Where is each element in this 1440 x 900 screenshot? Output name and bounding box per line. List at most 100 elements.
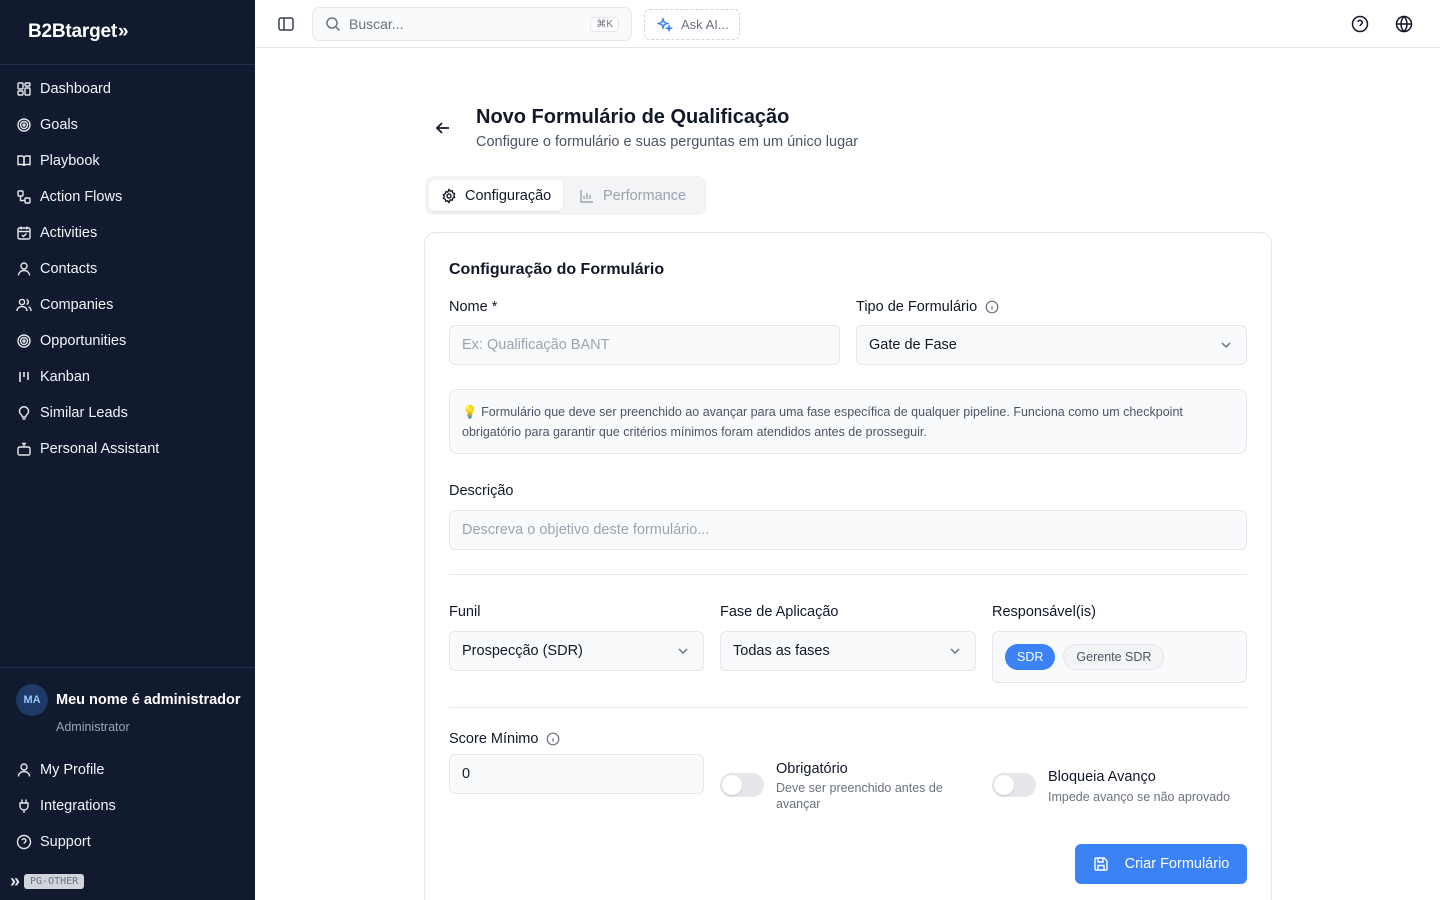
sidebar: B2Btarget » Dashboard Goals Playbook Act… bbox=[0, 0, 255, 900]
divider bbox=[449, 707, 1247, 708]
sidebar-item-my-profile[interactable]: My Profile bbox=[0, 752, 255, 788]
page-title: Novo Formulário de Qualificação bbox=[476, 106, 790, 128]
description-field[interactable]: Descreva o objetivo deste formulário... bbox=[449, 510, 1247, 550]
phase-label-text: Fase de Aplicação bbox=[720, 604, 839, 620]
sidebar-item-label: Companies bbox=[40, 297, 114, 313]
brand-logo[interactable]: B2Btarget » bbox=[0, 0, 255, 65]
user-role: Administrator bbox=[56, 720, 130, 734]
sidebar-item-label: My Profile bbox=[40, 762, 105, 778]
sidebar-toggle-icon[interactable] bbox=[277, 15, 295, 33]
back-arrow-icon[interactable] bbox=[434, 119, 452, 137]
section-title: Configuração do Formulário bbox=[449, 261, 665, 278]
sidebar-footer: MA Meu nome é administrador Administrato… bbox=[0, 667, 255, 860]
funnel-label: Funil bbox=[449, 604, 480, 620]
lightbulb-emoji-icon: 💡 bbox=[462, 405, 478, 419]
funnel-value: Prospecção (SDR) bbox=[462, 643, 583, 659]
search-input[interactable]: Buscar... ⌘K bbox=[312, 7, 632, 41]
sidebar-item-label: Similar Leads bbox=[40, 405, 128, 421]
plug-icon bbox=[16, 798, 32, 814]
type-label: Tipo de Formulário bbox=[856, 299, 999, 315]
user-icon bbox=[16, 762, 32, 778]
sidebar-item-personal-assistant[interactable]: Personal Assistant bbox=[0, 431, 255, 467]
tab-list: Configuração Performance bbox=[425, 176, 706, 215]
phase-value: Todas as fases bbox=[733, 643, 830, 659]
sidebar-item-label: Personal Assistant bbox=[40, 441, 160, 457]
hint-text: Formulário que deve ser preenchido ao av… bbox=[462, 405, 1183, 439]
dev-badge-label: PG-OTHER bbox=[24, 874, 85, 889]
dev-badge: » PG-OTHER bbox=[10, 871, 85, 892]
page-subtitle: Configure o formulário e suas perguntas … bbox=[476, 134, 859, 150]
sidebar-item-kanban[interactable]: Kanban bbox=[0, 359, 255, 395]
book-icon bbox=[16, 153, 32, 169]
sidebar-item-playbook[interactable]: Playbook bbox=[0, 143, 255, 179]
create-form-label: Criar Formulário bbox=[1124, 856, 1230, 872]
sidebar-item-similar-leads[interactable]: Similar Leads bbox=[0, 395, 255, 431]
type-select[interactable]: Gate de Fase bbox=[856, 325, 1247, 365]
sidebar-item-label: Action Flows bbox=[40, 189, 123, 205]
ask-ai-button[interactable]: Ask AI... bbox=[644, 9, 740, 40]
block-advance-toggle[interactable] bbox=[992, 773, 1036, 797]
funnel-label-text: Funil bbox=[449, 604, 481, 620]
sidebar-item-label: Playbook bbox=[40, 153, 100, 169]
sidebar-item-action-flows[interactable]: Action Flows bbox=[0, 179, 255, 215]
help-circle-icon bbox=[16, 834, 32, 850]
create-form-button[interactable]: Criar Formulário bbox=[1075, 844, 1247, 884]
phase-select[interactable]: Todas as fases bbox=[720, 631, 976, 671]
name-field[interactable]: Ex: Qualificação BANT bbox=[449, 325, 840, 365]
sidebar-item-goals[interactable]: Goals bbox=[0, 107, 255, 143]
sidebar-item-companies[interactable]: Companies bbox=[0, 287, 255, 323]
min-score-field[interactable]: 0 bbox=[449, 754, 704, 794]
globe-icon[interactable] bbox=[1394, 14, 1414, 34]
help-circle-icon[interactable] bbox=[1350, 14, 1370, 34]
name-label: Nome * bbox=[449, 299, 497, 315]
responsible-label: Responsável(is) bbox=[992, 604, 1096, 620]
sidebar-item-dashboard[interactable]: Dashboard bbox=[0, 71, 255, 107]
info-icon[interactable] bbox=[985, 300, 999, 314]
sidebar-item-contacts[interactable]: Contacts bbox=[0, 251, 255, 287]
phase-label: Fase de Aplicação bbox=[720, 604, 839, 620]
description-label-text: Descrição bbox=[449, 483, 514, 499]
form-type-hint: 💡 Formulário que deve ser preenchido ao … bbox=[449, 389, 1247, 454]
chevron-down-icon bbox=[675, 643, 691, 659]
ask-ai-label: Ask AI... bbox=[681, 17, 729, 32]
funnel-select[interactable]: Prospecção (SDR) bbox=[449, 631, 704, 671]
user-name: Meu nome é administrador bbox=[56, 692, 241, 708]
tab-configuracao[interactable]: Configuração bbox=[429, 180, 564, 211]
sidebar-item-label: Contacts bbox=[40, 261, 98, 277]
sidebar-nav: Dashboard Goals Playbook Action Flows Ac… bbox=[0, 65, 255, 467]
tab-label: Configuração bbox=[465, 187, 552, 204]
tab-performance[interactable]: Performance bbox=[567, 180, 698, 211]
description-label: Descrição bbox=[449, 483, 513, 499]
type-label-text: Tipo de Formulário bbox=[856, 299, 978, 315]
type-value: Gate de Fase bbox=[869, 337, 957, 353]
divider bbox=[449, 574, 1247, 575]
sidebar-item-label: Opportunities bbox=[40, 333, 127, 349]
sidebar-item-activities[interactable]: Activities bbox=[0, 215, 255, 251]
dashboard-icon bbox=[16, 81, 32, 97]
chip-gerente-sdr[interactable]: Gerente SDR bbox=[1063, 644, 1165, 670]
chevron-down-icon bbox=[1218, 337, 1234, 353]
info-icon[interactable] bbox=[546, 732, 560, 746]
calendar-check-icon bbox=[16, 225, 32, 241]
topbar: Buscar... ⌘K Ask AI... bbox=[255, 0, 1440, 48]
bot-icon bbox=[16, 441, 32, 457]
kanban-icon bbox=[16, 369, 32, 385]
avatar: MA bbox=[16, 684, 48, 716]
chip-sdr[interactable]: SDR bbox=[1005, 644, 1056, 670]
name-label-text: Nome * bbox=[449, 299, 498, 315]
tab-label: Performance bbox=[603, 187, 687, 204]
settings-gear-icon bbox=[441, 187, 457, 204]
required-toggle[interactable] bbox=[720, 773, 764, 797]
sidebar-item-label: Integrations bbox=[40, 798, 116, 814]
brand-mark: » bbox=[118, 21, 129, 42]
user-card[interactable]: MA Meu nome é administrador Administrato… bbox=[0, 668, 255, 752]
sidebar-item-integrations[interactable]: Integrations bbox=[0, 788, 255, 824]
responsible-chip-group: SDR Gerente SDR bbox=[992, 631, 1247, 683]
sidebar-item-label: Dashboard bbox=[40, 81, 111, 97]
sidebar-item-label: Support bbox=[40, 834, 91, 850]
min-score-label: Score Mínimo bbox=[449, 731, 560, 747]
sidebar-item-opportunities[interactable]: Opportunities bbox=[0, 323, 255, 359]
sidebar-item-support[interactable]: Support bbox=[0, 824, 255, 860]
name-placeholder: Ex: Qualificação BANT bbox=[462, 337, 610, 353]
required-title: Obrigatório bbox=[776, 761, 848, 777]
